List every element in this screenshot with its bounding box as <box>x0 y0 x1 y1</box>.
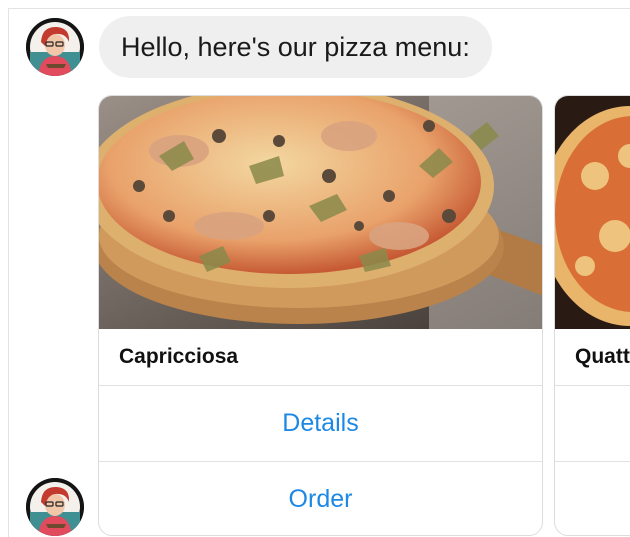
second-pizza-photo <box>555 96 630 329</box>
card-title: Capricciosa <box>99 329 542 386</box>
chat-area: Hello, here's our pizza menu: Capriccios… <box>8 8 630 537</box>
bot-avatar-icon <box>26 18 84 76</box>
message-bubble: Hello, here's our pizza menu: <box>99 16 492 78</box>
card-title: Quatt <box>555 329 630 386</box>
order-button[interactable] <box>555 462 630 535</box>
product-card-quatt: Quatt <box>554 95 630 536</box>
product-card-capricciosa: Capricciosa Details Order <box>98 95 543 536</box>
capricciosa-pizza-photo <box>99 96 542 329</box>
details-button[interactable] <box>555 386 630 462</box>
bot-avatar-icon <box>26 478 84 536</box>
order-button[interactable]: Order <box>99 462 542 535</box>
message-text: Hello, here's our pizza menu: <box>121 31 470 62</box>
details-button[interactable]: Details <box>99 386 542 462</box>
